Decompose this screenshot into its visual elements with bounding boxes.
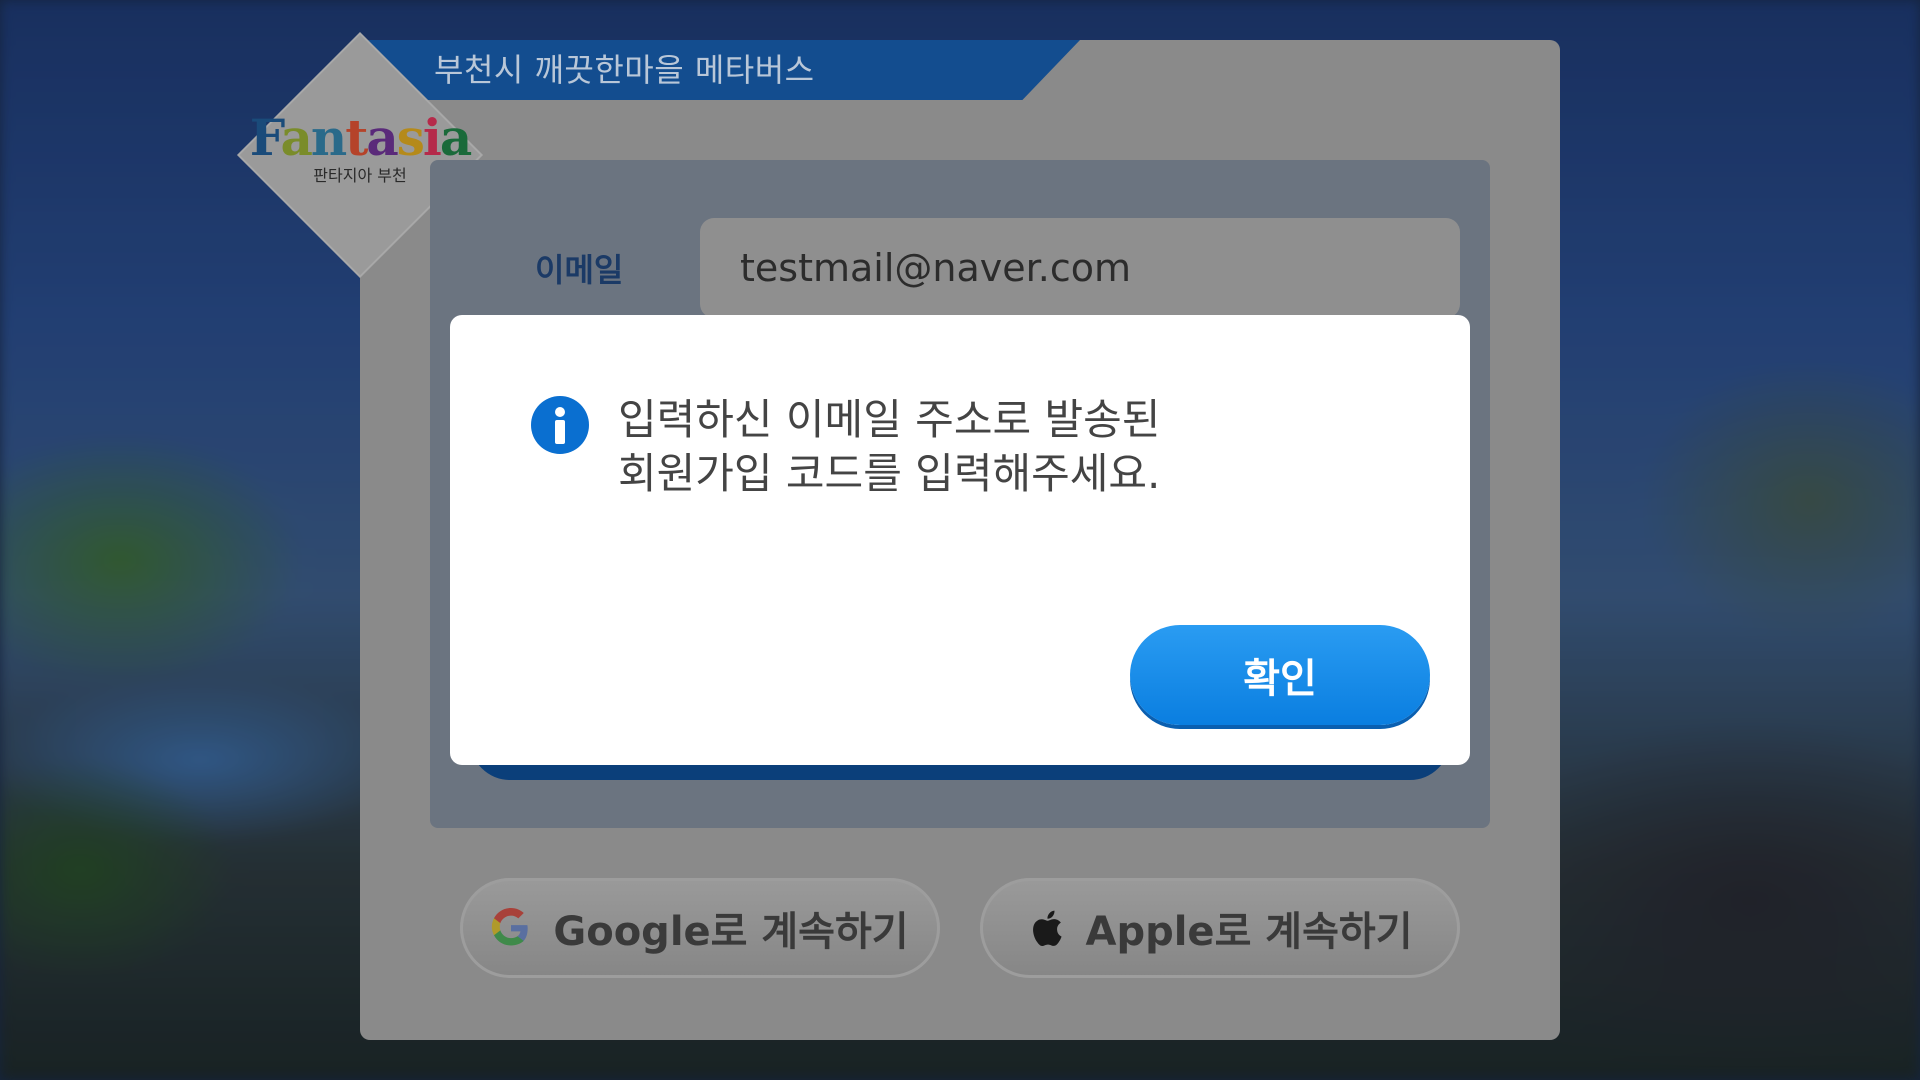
dialog-message: 입력하신 이메일 주소로 발송된 회원가입 코드를 입력해주세요. (618, 393, 1418, 501)
dialog-message-line1: 입력하신 이메일 주소로 발송된 (618, 395, 1161, 444)
confirm-button[interactable]: 확인 (1130, 625, 1430, 725)
dialog-message-line2: 회원가입 코드를 입력해주세요. (618, 449, 1161, 498)
info-icon (531, 396, 589, 454)
alert-dialog: 입력하신 이메일 주소로 발송된 회원가입 코드를 입력해주세요. 확인 (450, 315, 1470, 765)
